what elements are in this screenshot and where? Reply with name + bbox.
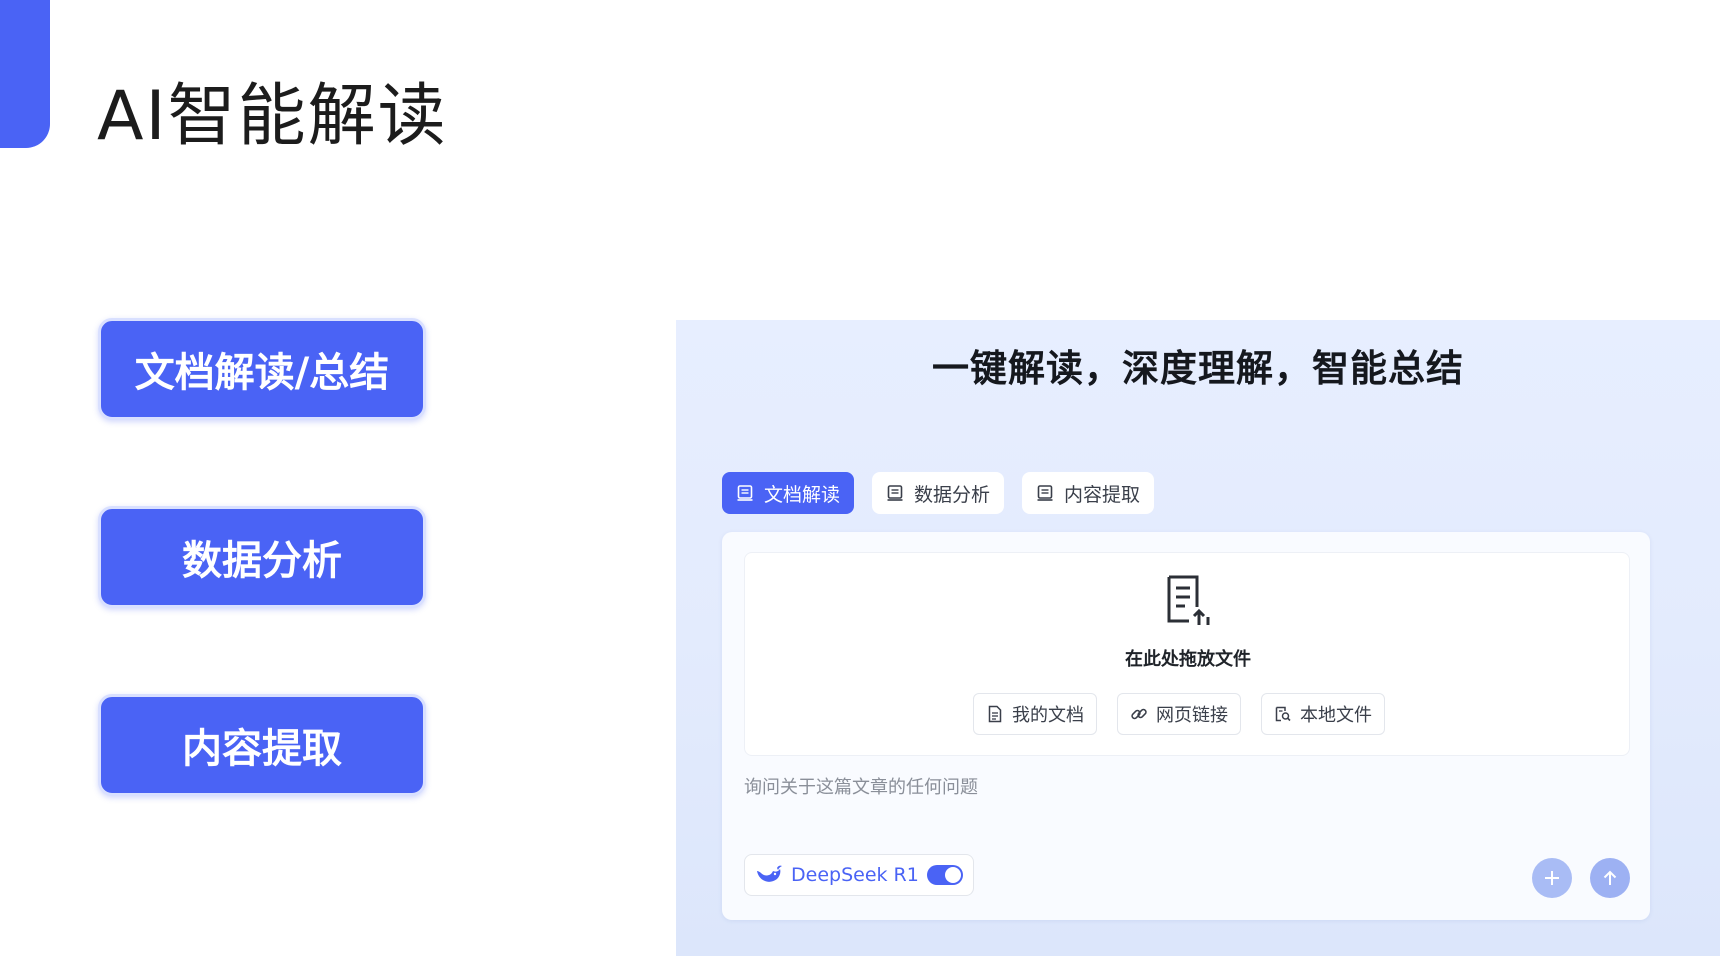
- file-dropzone[interactable]: 在此处拖放文件 我的文档 网页链接 本地文件: [744, 552, 1630, 756]
- document-icon: [1037, 485, 1053, 501]
- tab-data-analysis[interactable]: 数据分析: [872, 472, 1005, 514]
- model-toggle[interactable]: [926, 865, 963, 885]
- deepseek-whale-icon: [757, 865, 782, 882]
- send-button[interactable]: [1590, 858, 1630, 898]
- document-icon: [887, 485, 903, 501]
- local-file-button[interactable]: 本地文件: [1261, 693, 1385, 735]
- tab-document-reading[interactable]: 文档解读: [722, 472, 855, 514]
- tab-label: 内容提取: [1064, 483, 1141, 506]
- source-label: 我的文档: [1012, 705, 1084, 726]
- app-heading: 一键解读，深度理解，智能总结: [932, 347, 1464, 390]
- source-label: 网页链接: [1156, 705, 1228, 726]
- tab-content-extraction[interactable]: 内容提取: [1022, 472, 1155, 514]
- model-selector[interactable]: DeepSeek R1: [744, 854, 974, 896]
- source-label: 本地文件: [1300, 705, 1372, 726]
- app-screenshot-panel: 一键解读，深度理解，智能总结 文档解读 数据分析 内容提取 在此处拖放文件 我的…: [676, 320, 1720, 956]
- model-name: DeepSeek R1: [791, 864, 919, 886]
- add-button[interactable]: [1532, 858, 1572, 898]
- question-input[interactable]: [744, 772, 1444, 802]
- link-icon: [1131, 708, 1147, 720]
- document-icon: [737, 485, 753, 501]
- mode-tabs: 文档解读 数据分析 内容提取: [722, 472, 1155, 514]
- plus-icon: [1545, 871, 1559, 885]
- feature-button-document-summary[interactable]: 文档解读/总结: [98, 318, 426, 420]
- tab-label: 数据分析: [914, 483, 991, 506]
- file-upload-icon: [1167, 575, 1210, 625]
- source-buttons: 我的文档 网页链接 本地文件: [973, 693, 1385, 735]
- tab-label: 文档解读: [764, 483, 841, 506]
- corner-accent-bar: [0, 0, 50, 148]
- web-link-button[interactable]: 网页链接: [1117, 693, 1241, 735]
- arrow-up-icon: [1603, 870, 1617, 885]
- chat-card: 在此处拖放文件 我的文档 网页链接 本地文件 询问关于这篇文章的任何问题 Dee…: [722, 532, 1650, 920]
- my-documents-button[interactable]: 我的文档: [973, 693, 1097, 735]
- local-file-search-icon: [1275, 706, 1291, 722]
- feature-button-content-extraction[interactable]: 内容提取: [98, 694, 426, 796]
- slide-title: AI智能解读: [97, 77, 448, 156]
- feature-button-data-analysis[interactable]: 数据分析: [98, 506, 426, 608]
- dropzone-label: 在此处拖放文件: [1125, 649, 1251, 670]
- file-icon: [988, 705, 1002, 723]
